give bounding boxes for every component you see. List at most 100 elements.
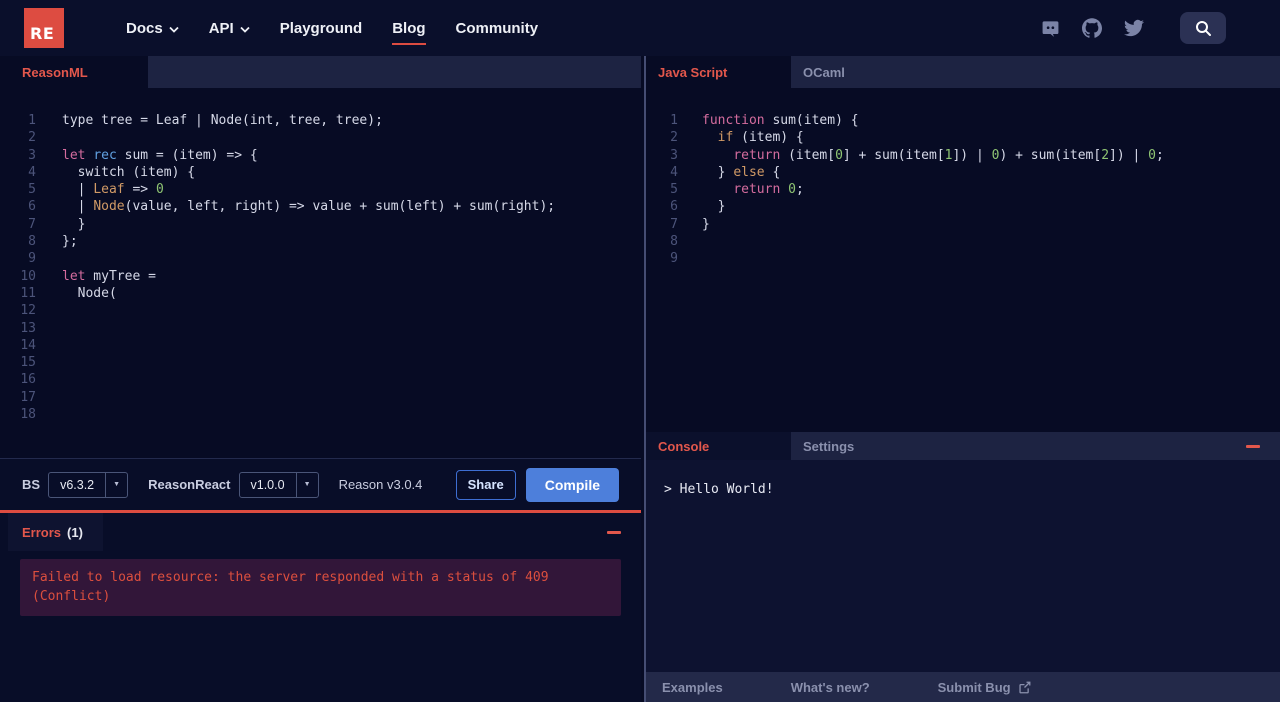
line-number: 1 xyxy=(28,113,36,128)
line-number: 5 xyxy=(670,182,678,198)
reason-panel: ReasonML 1 type tree = Leaf | Node(int, t… xyxy=(0,56,641,702)
bs-version-select[interactable]: v6.3.2 ▼ xyxy=(48,471,129,498)
tab-console[interactable]: Console xyxy=(646,432,791,460)
nav-item-api[interactable]: API xyxy=(209,0,250,56)
line-number: 3 xyxy=(670,147,678,163)
reasonreact-version-select[interactable]: v1.0.0 ▼ xyxy=(238,471,319,498)
output-tabstrip: Java Script OCaml xyxy=(646,56,1280,88)
line-number: 1 xyxy=(670,113,678,128)
nav-item-playground[interactable]: Playground xyxy=(280,0,363,56)
console-tabbar: Console Settings xyxy=(646,430,1280,460)
console-footer: Examples What's new? Submit Bug xyxy=(646,672,1280,702)
share-button[interactable]: Share xyxy=(455,469,516,500)
line-number: 9 xyxy=(670,251,678,267)
bs-label: BS xyxy=(22,477,41,492)
code-text: return (item[0] + sum(item[1]) | 0) + su… xyxy=(733,147,1164,163)
github-icon[interactable] xyxy=(1082,18,1102,38)
line-number: 5 xyxy=(28,182,36,198)
code-line: 12 xyxy=(0,302,641,319)
search-button[interactable] xyxy=(1180,12,1226,44)
output-panel: Java Script OCaml 1 function sum(item) {2 … xyxy=(646,56,1280,702)
line-number: 2 xyxy=(670,130,678,146)
tab-java-script[interactable]: Java Script xyxy=(646,56,791,88)
line-number: 17 xyxy=(20,389,36,405)
navbar: RE Docs API Playground Blog Community xyxy=(0,0,1280,56)
reasonreact-version-value: v1.0.0 xyxy=(250,477,285,492)
line-number: 15 xyxy=(20,355,36,371)
search-icon xyxy=(1194,19,1212,37)
nav-item-blog[interactable]: Blog xyxy=(392,0,426,56)
code-text: switch (item) { xyxy=(62,164,196,180)
code-line: 9 xyxy=(0,250,641,267)
twitter-icon[interactable] xyxy=(1124,18,1144,38)
nav-item-label: Docs xyxy=(126,19,163,37)
nav-item-label: Blog xyxy=(392,19,426,45)
footer-link-submit-bug[interactable]: Submit Bug xyxy=(938,680,1031,695)
tab-reasonml[interactable]: ReasonML xyxy=(0,56,148,88)
collapse-console-icon[interactable] xyxy=(1246,444,1260,448)
reasonml-playground: RE Docs API Playground Blog Community Reason… xyxy=(0,0,1280,702)
discord-icon[interactable] xyxy=(1041,19,1060,38)
line-number: 7 xyxy=(28,216,36,232)
social-icons xyxy=(1041,18,1144,38)
reason-logo[interactable]: RE xyxy=(24,8,64,48)
tab-settings[interactable]: Settings xyxy=(791,432,866,460)
reason-tabstrip: ReasonML xyxy=(0,56,641,88)
tab-ocaml[interactable]: OCaml xyxy=(791,56,857,88)
code-text: return 0; xyxy=(733,182,804,198)
nav-item-label: API xyxy=(208,19,234,37)
external-link-icon xyxy=(1018,681,1031,694)
console-tabs: Console Settings xyxy=(646,432,1246,460)
code-line: 4 switch (item) { xyxy=(0,164,641,181)
code-line: 1 type tree = Leaf | Node(int, tree, tree… xyxy=(0,112,641,129)
errors-count-badge: (1) xyxy=(67,524,83,540)
line-number: 3 xyxy=(28,147,36,163)
nav-item-docs[interactable]: Docs xyxy=(126,0,179,56)
errors-tab[interactable]: Errors (1) xyxy=(8,513,103,551)
code-line: 6 } xyxy=(646,198,1280,215)
code-text: } else { xyxy=(702,164,781,180)
line-number: 2 xyxy=(28,130,36,146)
reason-code-editor[interactable]: 1 type tree = Leaf | Node(int, tree, tree… xyxy=(0,88,641,458)
code-text: }; xyxy=(62,234,78,250)
error-message: Failed to load resource: the server resp… xyxy=(20,559,621,616)
code-line: 8 xyxy=(646,233,1280,250)
nav-item-label: Playground xyxy=(279,19,363,37)
code-text: type tree = Leaf | Node(int, tree, tree)… xyxy=(62,113,383,128)
code-text: | Leaf => 0 xyxy=(62,182,164,198)
line-number: 8 xyxy=(670,234,678,250)
footer-link-examples[interactable]: Examples xyxy=(662,680,723,695)
code-line: 9 xyxy=(646,250,1280,267)
code-line: 3 let rec sum = (item) => { xyxy=(0,147,641,164)
line-number: 7 xyxy=(670,216,678,232)
compile-button[interactable]: Compile xyxy=(525,467,619,502)
code-line: 4 } else { xyxy=(646,164,1280,181)
code-line: 15 xyxy=(0,354,641,371)
nav-item-community[interactable]: Community xyxy=(456,0,539,56)
code-text: } xyxy=(62,216,86,232)
code-line: 11 Node( xyxy=(0,285,641,302)
code-line: 16 xyxy=(0,371,641,388)
js-code-output[interactable]: 1 function sum(item) {2 if (item) { 3 retu… xyxy=(646,88,1280,430)
tab-label: Console xyxy=(658,438,710,454)
code-line: 7} xyxy=(646,216,1280,233)
chevron-down-icon xyxy=(169,26,179,33)
code-line: 18 xyxy=(0,406,641,423)
footer-link-label: Examples xyxy=(662,679,723,695)
code-line: 17 xyxy=(0,389,641,406)
collapse-errors-icon[interactable] xyxy=(607,530,621,534)
code-line: 7 } xyxy=(0,216,641,233)
code-text: Node( xyxy=(62,285,117,301)
nav-items: Docs API Playground Blog Community xyxy=(126,0,538,56)
line-number: 11 xyxy=(20,285,36,301)
code-text: } xyxy=(702,216,710,232)
line-number: 13 xyxy=(20,320,36,336)
footer-link-what-s-new-[interactable]: What's new? xyxy=(791,680,870,695)
code-line: 1 function sum(item) { xyxy=(646,112,1280,129)
line-number: 9 xyxy=(28,251,36,267)
code-text: if (item) { xyxy=(717,130,804,146)
